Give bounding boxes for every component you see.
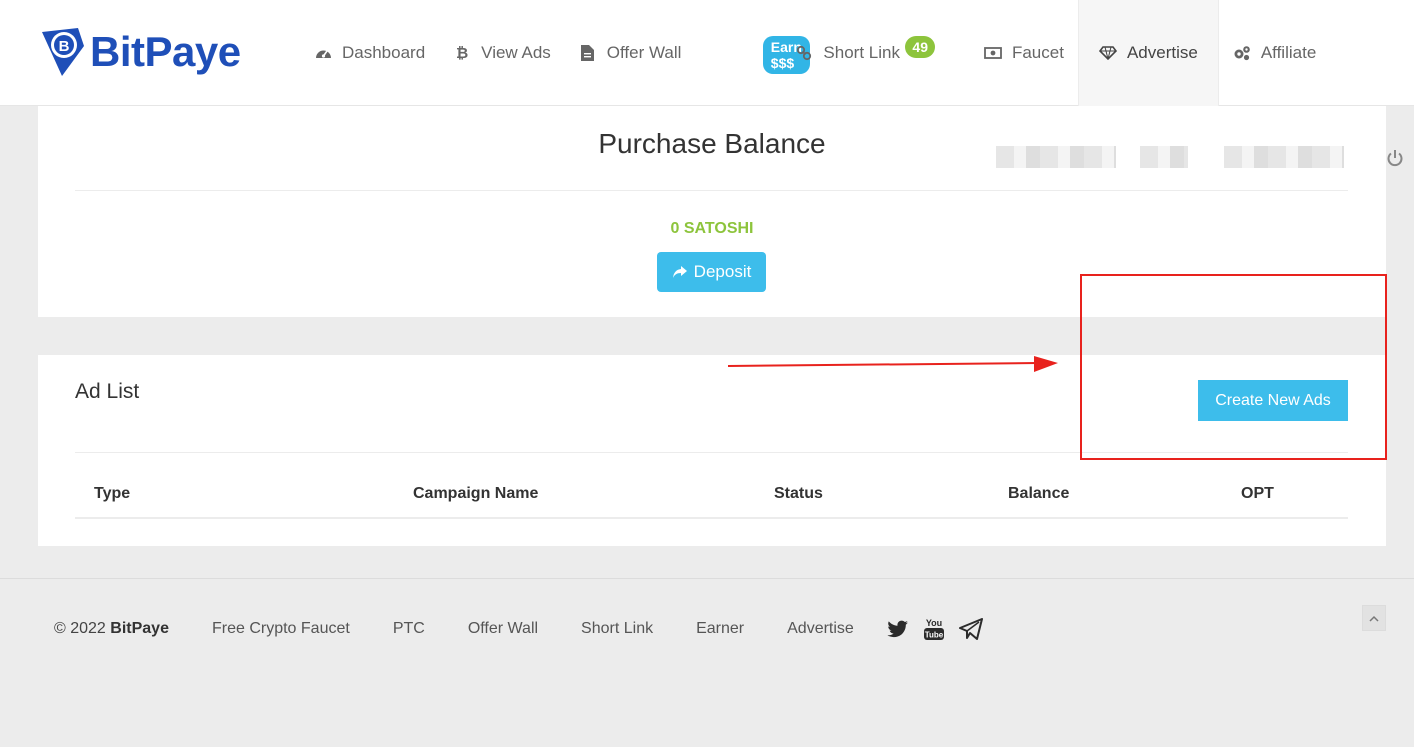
chevron-up-icon bbox=[1369, 615, 1379, 622]
footer-link-faucet[interactable]: Free Crypto Faucet bbox=[212, 620, 350, 638]
redacted-region bbox=[1224, 146, 1344, 168]
youtube-icon[interactable]: You Tube bbox=[923, 617, 945, 641]
nav-label: View Ads bbox=[481, 43, 551, 62]
nav-view-ads[interactable]: ₿ View Ads bbox=[439, 0, 565, 106]
ad-list-title: Ad List bbox=[75, 380, 140, 403]
nav-label: Faucet bbox=[1011, 43, 1064, 62]
nav-label: Affiliate bbox=[1260, 43, 1317, 62]
redacted-region bbox=[1140, 146, 1188, 168]
document-icon bbox=[579, 44, 597, 62]
brand-name: BitPaye bbox=[90, 28, 241, 75]
copyright-brand: BitPaye bbox=[110, 620, 169, 637]
bitcoin-icon: ₿ bbox=[456, 44, 469, 62]
copyright: © 2022 BitPaye bbox=[54, 620, 169, 637]
telegram-icon[interactable] bbox=[958, 618, 983, 640]
main-nav: Dashboard ₿ View Ads Offer Wall Earn $$$… bbox=[300, 0, 1330, 106]
twitter-icon[interactable] bbox=[887, 620, 909, 638]
deposit-button[interactable]: Deposit bbox=[657, 252, 766, 292]
column-header-opt[interactable]: OPT bbox=[1241, 485, 1274, 503]
nav-label: Advertise bbox=[1126, 43, 1198, 62]
top-header: B BitPaye Dashboard ₿ View Ads Offer Wal… bbox=[0, 0, 1414, 106]
social-links: You Tube bbox=[887, 617, 997, 641]
footer: © 2022 BitPaye Free Crypto Faucet PTC Of… bbox=[54, 617, 997, 641]
footer-link-offer-wall[interactable]: Offer Wall bbox=[468, 620, 538, 638]
gears-icon bbox=[1233, 44, 1251, 62]
nav-short-link[interactable]: Short Link 49 bbox=[781, 0, 970, 106]
column-header-status[interactable]: Status bbox=[774, 485, 823, 503]
annotation-arrow-icon bbox=[727, 356, 1058, 372]
footer-link-ptc[interactable]: PTC bbox=[393, 620, 425, 638]
svg-text:You: You bbox=[926, 618, 942, 628]
balance-amount: 0 SATOSHI bbox=[670, 220, 754, 237]
column-header-balance[interactable]: Balance bbox=[1008, 485, 1069, 503]
ad-table-header: Type Campaign Name Status Balance OPT bbox=[75, 475, 1348, 519]
brand-logo[interactable]: B BitPaye bbox=[38, 26, 241, 78]
nav-label: Short Link bbox=[823, 43, 900, 62]
footer-link-short-link[interactable]: Short Link bbox=[581, 620, 653, 638]
footer-link-advertise[interactable]: Advertise bbox=[787, 620, 854, 638]
money-icon bbox=[984, 44, 1002, 62]
column-header-campaign-name[interactable]: Campaign Name bbox=[413, 485, 538, 503]
footer-link-earner[interactable]: Earner bbox=[696, 620, 744, 638]
link-icon bbox=[795, 44, 813, 62]
nav-dashboard[interactable]: Dashboard bbox=[300, 0, 439, 106]
highlight-annotation-box bbox=[1080, 274, 1387, 460]
nav-advertise[interactable]: Advertise bbox=[1077, 0, 1219, 106]
deposit-label: Deposit bbox=[693, 262, 752, 281]
scroll-to-top-button[interactable] bbox=[1362, 605, 1386, 631]
svg-text:B: B bbox=[59, 38, 70, 55]
share-arrow-icon bbox=[672, 265, 688, 279]
dashboard-icon bbox=[314, 44, 332, 62]
footer-divider bbox=[0, 578, 1414, 579]
bitcoin-pin-logo-icon: B bbox=[42, 28, 84, 76]
nav-label: Dashboard bbox=[342, 43, 426, 62]
svg-text:Tube: Tube bbox=[925, 631, 944, 640]
nav-label: Offer Wall bbox=[606, 43, 682, 62]
divider bbox=[75, 190, 1348, 191]
column-header-type[interactable]: Type bbox=[94, 485, 130, 503]
short-link-count-badge: 49 bbox=[905, 36, 935, 58]
power-icon[interactable] bbox=[1386, 149, 1404, 167]
diamond-icon bbox=[1098, 44, 1117, 62]
redacted-region bbox=[996, 146, 1116, 168]
nav-faucet[interactable]: Faucet bbox=[970, 0, 1078, 106]
nav-affiliate[interactable]: Affiliate bbox=[1219, 0, 1330, 106]
nav-offer-wall[interactable]: Offer Wall Earn $$$ bbox=[565, 0, 810, 106]
